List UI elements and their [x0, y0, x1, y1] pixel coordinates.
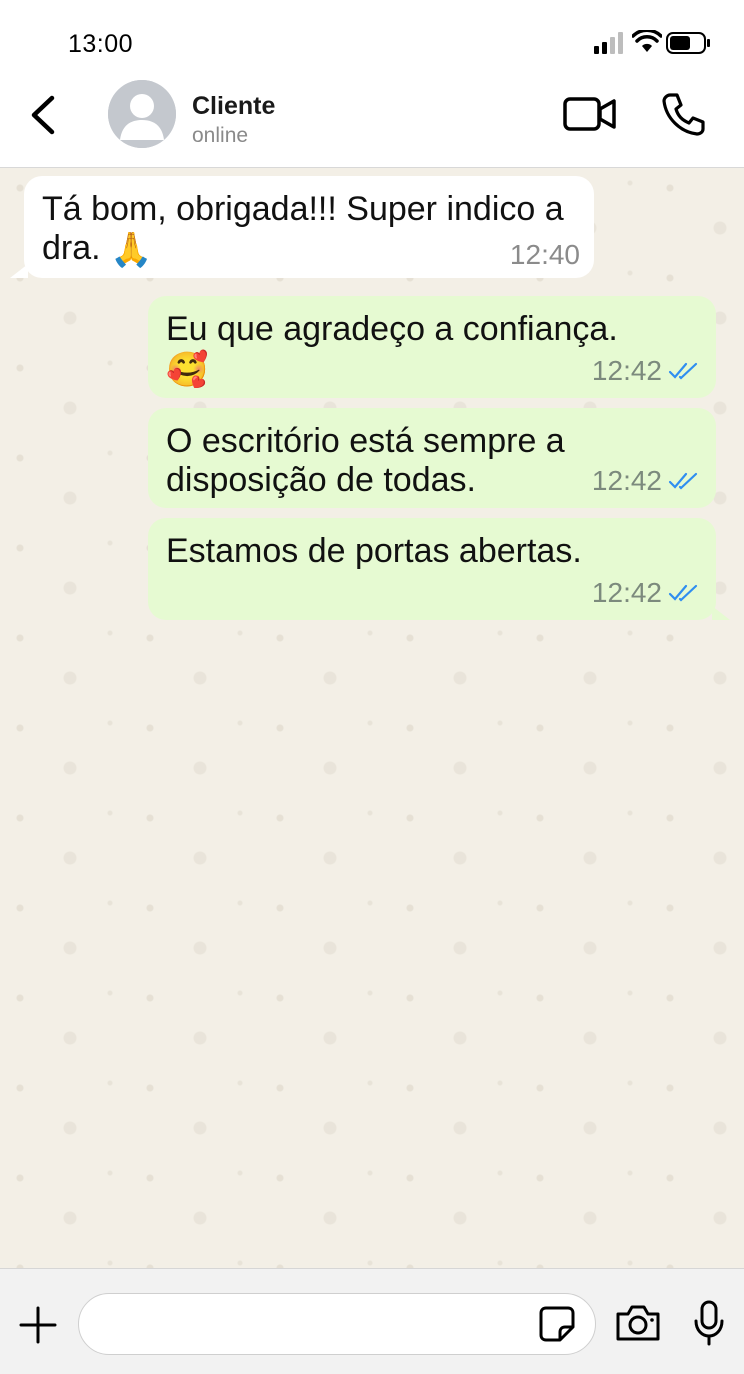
input-bar [0, 1268, 744, 1374]
camera-icon [616, 1305, 660, 1341]
video-camera-icon [563, 97, 616, 131]
double-check-icon [668, 472, 698, 490]
message-text: O escritório está sempre a disposição de… [166, 422, 565, 499]
user-silhouette-icon [108, 80, 176, 148]
folded-hands-emoji: 🙏 [110, 230, 153, 269]
plus-icon [19, 1306, 57, 1344]
message-bubble-incoming[interactable]: Tá bom, obrigada!!! Super indico a dra. … [10, 176, 594, 278]
phone-icon [662, 93, 705, 136]
message-meta: 12:42 [592, 351, 700, 390]
contact-name[interactable]: Cliente [192, 92, 275, 121]
status-time: 13:00 [68, 30, 134, 58]
chat-header: Cliente online [0, 80, 744, 168]
message-bubble-outgoing[interactable]: O escritório está sempre a disposição de… [148, 408, 716, 508]
microphone-icon [694, 1300, 724, 1346]
message-text-content: Eu que agradeço a confiança. [166, 310, 618, 348]
double-check-icon [668, 584, 698, 602]
message-meta: 12:42 [592, 461, 700, 500]
status-bar: 13:00 [0, 0, 744, 80]
message-time: 12:42 [591, 577, 662, 608]
battery-icon [666, 32, 710, 54]
message-time: 12:42 [591, 355, 662, 386]
message-meta: 12:40 [510, 235, 580, 274]
signal-icon [594, 32, 623, 54]
camera-button[interactable] [614, 1303, 662, 1343]
smiling-face-with-hearts-emoji: 🥰 [166, 350, 209, 389]
message-bubble-outgoing[interactable]: Estamos de portas abertas. 12:42 [148, 518, 730, 620]
back-button[interactable] [22, 90, 66, 140]
message-text: Estamos de portas abertas. [166, 532, 582, 570]
message-input[interactable] [78, 1293, 596, 1355]
microphone-button[interactable] [692, 1299, 726, 1347]
chat-area[interactable]: Tá bom, obrigada!!! Super indico a dra. … [0, 168, 744, 1268]
message-text: Tá bom, obrigada!!! Super indico a dra. … [42, 190, 576, 270]
contact-status: online [192, 124, 249, 147]
avatar[interactable] [108, 80, 176, 148]
message-bubble-outgoing[interactable]: Eu que agradeço a confiança. 🥰 12:42 [148, 296, 716, 398]
message-time: 12:40 [509, 239, 580, 270]
double-check-icon [668, 362, 698, 380]
wifi-icon [632, 30, 662, 52]
chevron-left-icon [31, 95, 55, 135]
sticker-icon [539, 1306, 575, 1342]
message-time: 12:42 [591, 465, 662, 496]
voice-call-button[interactable] [660, 90, 708, 138]
video-call-button[interactable] [562, 94, 618, 134]
message-meta: 12:42 [592, 573, 700, 612]
sticker-button[interactable] [538, 1305, 576, 1343]
attach-button[interactable] [18, 1305, 58, 1345]
